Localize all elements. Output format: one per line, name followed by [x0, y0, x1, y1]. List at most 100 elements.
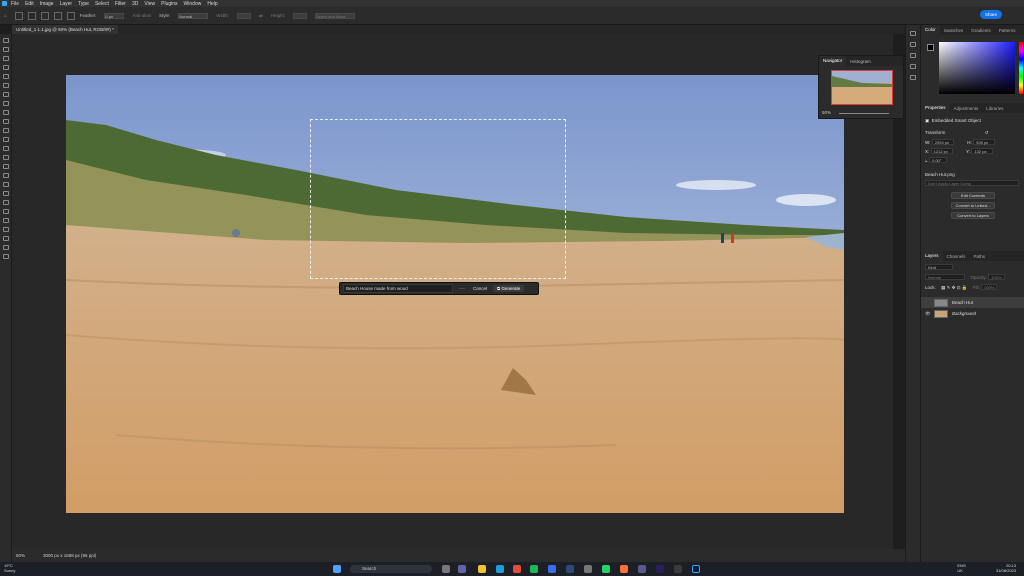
tab-color[interactable]: Color	[921, 25, 940, 35]
tab-libraries[interactable]: Libraries	[982, 106, 1007, 111]
menu-layer[interactable]: Layer	[60, 1, 73, 7]
subtract-selection-icon[interactable]	[53, 11, 62, 20]
add-selection-icon[interactable]	[40, 11, 49, 20]
lrc-icon[interactable]	[566, 565, 574, 573]
whatsapp-icon[interactable]	[602, 565, 610, 573]
menu-file[interactable]: File	[11, 1, 19, 7]
path-select-icon[interactable]	[2, 191, 9, 196]
marquee-selection[interactable]	[310, 119, 566, 279]
visibility-icon[interactable]: 👁	[925, 311, 931, 317]
tab-swatches[interactable]: Swatches	[940, 28, 968, 33]
select-and-mask-button[interactable]: Select and Mask...	[315, 12, 356, 19]
share-button[interactable]: Share	[980, 10, 1002, 19]
quick-mask-icon[interactable]	[2, 245, 9, 250]
beach-photo[interactable]: Beach House made from wood ··· Cancel ⧉ …	[66, 75, 844, 513]
generate-button[interactable]: ⧉ Generate	[493, 285, 525, 292]
app-icon[interactable]	[674, 565, 682, 573]
clock[interactable]: 20:13 31/08/2023	[996, 563, 1016, 573]
opacity-field[interactable]: 100%	[988, 274, 1005, 280]
menu-plugins[interactable]: Plugins	[161, 1, 177, 7]
language-indicator[interactable]: ENG UK	[957, 563, 966, 573]
brushes-icon[interactable]	[910, 53, 916, 58]
after-effects-icon[interactable]	[656, 565, 664, 573]
cancel-button[interactable]: Cancel	[473, 286, 487, 291]
menu-edit[interactable]: Edit	[25, 1, 34, 7]
width-field[interactable]: 2394 px	[931, 139, 954, 145]
feather-input[interactable]: 0 px	[104, 12, 125, 19]
hand-tool-icon[interactable]	[2, 209, 9, 214]
lock-icons[interactable]: ▦ ✎ ✥ ⊡ 🔒	[941, 285, 967, 290]
tab-patterns[interactable]: Patterns	[995, 28, 1020, 33]
new-selection-icon[interactable]	[27, 11, 36, 20]
start-icon[interactable]	[333, 565, 341, 573]
artboard-tool-icon[interactable]	[2, 47, 9, 52]
menu-help[interactable]: Help	[207, 1, 217, 7]
dodge-tool-icon[interactable]	[2, 164, 9, 169]
angle-field[interactable]: 0.00°	[928, 157, 947, 163]
layer-row[interactable]: 👁 Background	[921, 308, 1024, 319]
taskbar-search[interactable]: Search	[350, 565, 432, 573]
navigator-zoom[interactable]: 50%	[822, 110, 831, 115]
zoom-tool-icon[interactable]	[2, 218, 9, 223]
type-tool-icon[interactable]	[2, 182, 9, 187]
foreground-color-swatch[interactable]	[927, 44, 934, 51]
menu-select[interactable]: Select	[95, 1, 109, 7]
height-field[interactable]: 928 px	[973, 139, 996, 145]
hue-slider[interactable]	[1019, 42, 1023, 94]
x-field[interactable]: 1212 px	[930, 148, 953, 154]
zoom-level[interactable]: 50%	[16, 553, 25, 558]
photoshop-icon[interactable]	[692, 565, 700, 573]
document-tab[interactable]: Untitled_1.1.1.jpg @ 50% (Beach Hut, RGB…	[12, 25, 118, 34]
gradient-tool-icon[interactable]	[2, 146, 9, 151]
more-tools-icon[interactable]	[2, 227, 9, 232]
move-tool-icon[interactable]	[2, 38, 9, 43]
firefox-icon[interactable]	[620, 565, 628, 573]
app-icon[interactable]	[584, 565, 592, 573]
task-view-icon[interactable]	[442, 565, 450, 573]
frame-tool-icon[interactable]	[2, 83, 9, 88]
app-icon[interactable]	[638, 565, 646, 573]
menu-filter[interactable]: Filter	[115, 1, 126, 7]
photoshop-logo-icon[interactable]	[2, 1, 7, 6]
edit-contents-button[interactable]: Edit Contents	[951, 192, 995, 199]
actions-icon[interactable]	[910, 42, 916, 47]
marquee-tool-icon[interactable]	[14, 11, 23, 20]
tab-paths[interactable]: Paths	[970, 254, 990, 259]
convert-layers-button[interactable]: Convert to Layers	[951, 212, 995, 219]
blur-tool-icon[interactable]	[2, 155, 9, 160]
layer-row[interactable]: Beach Hut	[921, 297, 1024, 308]
eraser-tool-icon[interactable]	[2, 137, 9, 142]
navigator-thumbnail[interactable]	[831, 70, 893, 105]
more-options-icon[interactable]: ···	[459, 286, 465, 292]
home-icon[interactable]: ⌂	[4, 13, 7, 18]
y-field[interactable]: 132 px	[971, 148, 994, 154]
menu-window[interactable]: Window	[184, 1, 202, 7]
foreground-background-icon[interactable]	[2, 236, 9, 241]
swap-icon[interactable]: ⇄	[259, 13, 263, 19]
antialias-checkbox[interactable]: Anti-alias	[132, 13, 151, 18]
intersect-selection-icon[interactable]	[66, 11, 75, 20]
shape-tool-icon[interactable]	[2, 200, 9, 205]
layer-comp-select[interactable]: Don't Apply Layer Comp	[925, 180, 1019, 186]
object-select-tool-icon[interactable]	[2, 65, 9, 70]
blend-mode-select[interactable]: Normal	[925, 274, 965, 280]
tab-adjustments[interactable]: Adjustments	[950, 106, 983, 111]
edge-icon[interactable]	[496, 565, 504, 573]
weather-widget[interactable]: 19°C Sunny	[4, 563, 15, 573]
history-brush-icon[interactable]	[2, 128, 9, 133]
layer-filter-select[interactable]: Kind	[925, 264, 953, 270]
paragraph-icon[interactable]	[910, 75, 916, 80]
width-input[interactable]	[237, 12, 252, 19]
screen-mode-icon[interactable]	[2, 254, 9, 259]
tab-properties[interactable]: Properties	[921, 103, 950, 113]
eyedropper-tool-icon[interactable]	[2, 92, 9, 97]
canvas-area[interactable]: Beach House made from wood ··· Cancel ⧉ …	[12, 34, 893, 549]
tab-channels[interactable]: Channels	[943, 254, 970, 259]
menu-3d[interactable]: 3D	[132, 1, 138, 7]
healing-brush-icon[interactable]	[2, 101, 9, 106]
navigator-zoom-slider[interactable]	[839, 113, 889, 114]
brush-tool-icon[interactable]	[2, 110, 9, 115]
history-icon[interactable]	[910, 31, 916, 36]
fill-field[interactable]: 100%	[981, 284, 998, 290]
file-explorer-icon[interactable]	[478, 565, 486, 573]
